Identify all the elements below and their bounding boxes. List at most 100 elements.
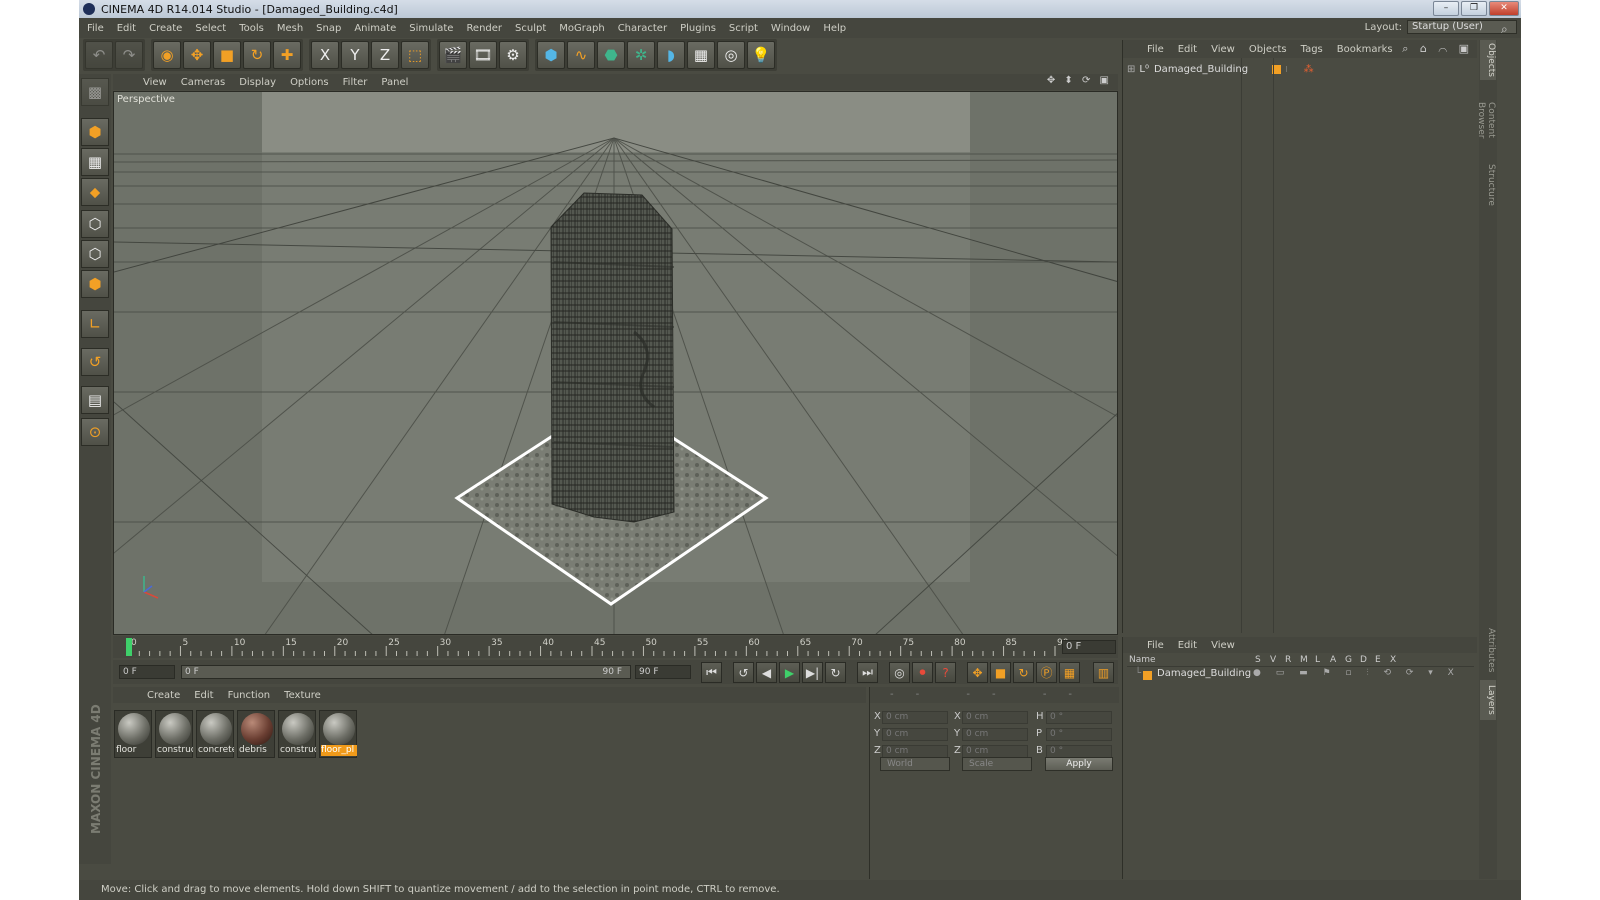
x-axis-icon[interactable]: X: [311, 41, 339, 69]
menu-file[interactable]: File: [87, 23, 104, 34]
keyframe-selection-icon[interactable]: ?: [935, 662, 956, 683]
go-to-start-icon[interactable]: ⏮: [701, 662, 722, 683]
object-manager-tools[interactable]: ⌕ ⌂ ⌒ ▣: [1402, 42, 1473, 56]
layer-menu-file[interactable]: File: [1147, 640, 1164, 651]
menu-render[interactable]: Render: [466, 23, 502, 34]
move-icon[interactable]: ✥: [183, 41, 211, 69]
viewport-menu-panel[interactable]: Panel: [381, 77, 408, 88]
maximize-button[interactable]: ❐: [1461, 1, 1487, 16]
menu-sculpt[interactable]: Sculpt: [515, 23, 546, 34]
nurbs-icon[interactable]: ⬣: [597, 41, 625, 69]
go-to-end-icon[interactable]: ⏭: [857, 662, 878, 683]
size-field[interactable]: 0 cm: [962, 711, 1028, 724]
menu-edit[interactable]: Edit: [117, 23, 136, 34]
y-axis-icon[interactable]: Y: [341, 41, 369, 69]
next-frame-icon[interactable]: ▶|: [802, 662, 823, 683]
menu-mesh[interactable]: Mesh: [277, 23, 303, 34]
menu-animate[interactable]: Animate: [354, 23, 396, 34]
autokeying-icon[interactable]: ⏺: [912, 662, 933, 683]
tab-layers[interactable]: Layers: [1480, 680, 1496, 720]
material-menu-edit[interactable]: Edit: [194, 690, 213, 701]
key-rotation-icon[interactable]: ↻: [1013, 662, 1034, 683]
rotation-field[interactable]: 0 °: [1046, 728, 1112, 741]
layer-color-swatch[interactable]: [1143, 671, 1152, 680]
tweak-mode-icon[interactable]: ↺: [81, 348, 109, 376]
object-name[interactable]: Damaged_Building: [1154, 64, 1248, 75]
record-active-icon[interactable]: ◎: [889, 662, 910, 683]
object-menu-bookmarks[interactable]: Bookmarks: [1337, 44, 1393, 55]
make-editable-icon[interactable]: ▩: [81, 78, 109, 106]
material-menu-function[interactable]: Function: [228, 690, 271, 701]
model-mode-icon[interactable]: ⬢: [81, 118, 109, 146]
object-menu-view[interactable]: View: [1211, 44, 1235, 55]
scale-icon[interactable]: ■: [213, 41, 241, 69]
menu-character[interactable]: Character: [618, 23, 667, 34]
rotate-icon[interactable]: ↻: [243, 41, 271, 69]
workplane-mode-icon[interactable]: ⬥: [81, 178, 109, 206]
key-parameter-icon[interactable]: Ⓟ: [1036, 662, 1057, 683]
z-axis-icon[interactable]: Z: [371, 41, 399, 69]
scheme-icon[interactable]: ▥: [1093, 662, 1114, 683]
workplane-lock-icon[interactable]: ⊙: [81, 418, 109, 446]
material-menu-texture[interactable]: Texture: [284, 690, 321, 701]
menu-tools[interactable]: Tools: [239, 23, 264, 34]
tag-icon[interactable]: ⁂: [1304, 64, 1314, 75]
layer-column-g[interactable]: G: [1345, 655, 1352, 665]
object-menu-objects[interactable]: Objects: [1249, 44, 1287, 55]
material-menu-create[interactable]: Create: [147, 690, 180, 701]
tab-attributes[interactable]: Attributes: [1480, 625, 1496, 675]
play-icon[interactable]: ▶: [779, 662, 800, 683]
layer-name[interactable]: Damaged_Building: [1157, 668, 1251, 679]
object-menu-tags[interactable]: Tags: [1301, 44, 1323, 55]
render-picture-viewer-icon[interactable]: 🎞: [469, 41, 497, 69]
snapping-icon[interactable]: ▤: [81, 386, 109, 414]
timeline-ruler[interactable]: 051015202530354045505560657075808590 0 F: [113, 636, 1118, 658]
object-menu-edit[interactable]: Edit: [1178, 44, 1197, 55]
key-pla-icon[interactable]: ▦: [1059, 662, 1080, 683]
layer-column-x[interactable]: X: [1390, 655, 1396, 665]
menu-mograph[interactable]: MoGraph: [559, 23, 604, 34]
material-swatch[interactable]: construc: [278, 710, 316, 758]
array-icon[interactable]: ✲: [627, 41, 655, 69]
object-row[interactable]: ⊞ L⁰ Damaged_Building ⁝ ⁂: [1127, 62, 1314, 76]
viewport-nav-icons[interactable]: ✥ ⬍ ⟳ ▣: [1047, 75, 1112, 86]
menu-window[interactable]: Window: [771, 23, 810, 34]
texture-mode-icon[interactable]: ▦: [81, 148, 109, 176]
tab-content-browser[interactable]: Content Browser: [1476, 85, 1496, 155]
layer-column-s[interactable]: S: [1255, 655, 1261, 665]
menu-help[interactable]: Help: [823, 23, 846, 34]
layer-column-m[interactable]: M: [1300, 655, 1308, 665]
menu-simulate[interactable]: Simulate: [409, 23, 453, 34]
material-swatch[interactable]: construc: [155, 710, 193, 758]
material-swatch[interactable]: concrete: [196, 710, 234, 758]
layer-flags-icons[interactable]: ● ▭ ▬ ⚑ ▫ ⫶ ⟲ ⟳ ▾ X: [1253, 668, 1460, 678]
cube-icon[interactable]: ⬢: [537, 41, 565, 69]
size-field[interactable]: 0 cm: [962, 728, 1028, 741]
start-frame-field[interactable]: 0 F: [119, 665, 175, 679]
deformer-icon[interactable]: ◗: [657, 41, 685, 69]
apply-button[interactable]: Apply: [1045, 757, 1113, 771]
frame-range-slider[interactable]: 0 F 90 F: [181, 665, 631, 679]
coordinate-space-dropdown[interactable]: World: [880, 757, 950, 771]
previous-key-icon[interactable]: ↺: [733, 662, 754, 683]
floor-icon[interactable]: ▦: [687, 41, 715, 69]
layer-menu-edit[interactable]: Edit: [1178, 640, 1197, 651]
menu-plugins[interactable]: Plugins: [680, 23, 716, 34]
material-swatch[interactable]: debris: [237, 710, 275, 758]
layer-row[interactable]: └ Damaged_Building ● ▭ ▬ ⚑ ▫ ⫶ ⟲ ⟳ ▾ X: [1127, 668, 1474, 682]
current-frame-field[interactable]: 0 F: [1062, 640, 1116, 654]
position-field[interactable]: 0 cm: [882, 728, 948, 741]
edges-mode-icon[interactable]: ⬡: [81, 240, 109, 268]
layer-column-a[interactable]: A: [1330, 655, 1336, 665]
layer-column-v[interactable]: V: [1270, 655, 1276, 665]
add-object-icon[interactable]: ✚: [273, 41, 301, 69]
menu-script[interactable]: Script: [729, 23, 758, 34]
next-key-icon[interactable]: ↻: [825, 662, 846, 683]
perspective-viewport[interactable]: Perspective: [113, 91, 1118, 635]
axis-mode-icon[interactable]: ∟: [81, 310, 109, 338]
rotation-field[interactable]: 0 °: [1046, 711, 1112, 724]
points-mode-icon[interactable]: ⬡: [81, 210, 109, 238]
viewport-menu-filter[interactable]: Filter: [343, 77, 368, 88]
playhead[interactable]: [126, 638, 132, 656]
material-swatch[interactable]: floor: [114, 710, 152, 758]
